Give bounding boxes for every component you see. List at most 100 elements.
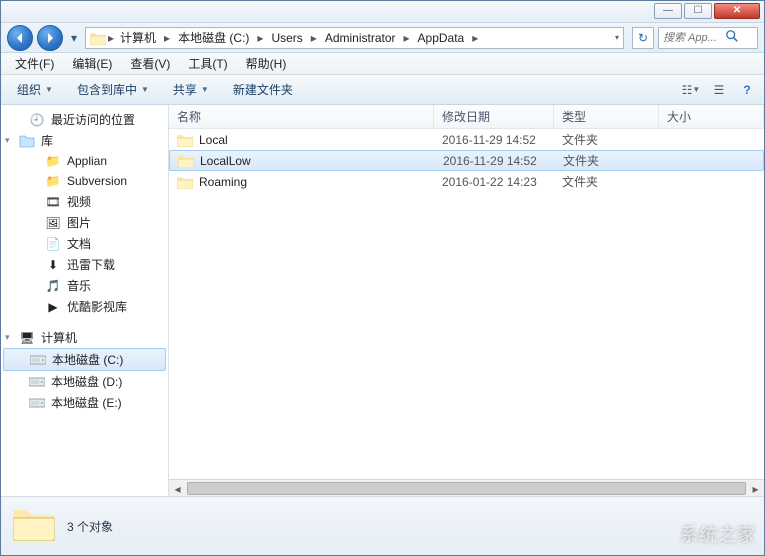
- view-options-button[interactable]: ☷ ▼: [680, 79, 702, 101]
- computer-icon: 🖥: [19, 330, 35, 346]
- breadcrumb-sep-icon[interactable]: ▸: [402, 31, 412, 45]
- column-size[interactable]: 大小: [659, 105, 764, 128]
- breadcrumb: 计算机▸ 本地磁盘 (C:)▸ Users▸ Administrator▸ Ap…: [116, 27, 480, 48]
- menu-view[interactable]: 查看(V): [122, 53, 178, 74]
- sidebar-item-library[interactable]: 🎞视频: [1, 191, 168, 212]
- breadcrumb-sep-icon[interactable]: ▸: [255, 31, 265, 45]
- search-icon[interactable]: [725, 29, 739, 46]
- sidebar-item-library[interactable]: 📁Applian: [1, 151, 168, 171]
- status-text: 3 个对象: [67, 518, 113, 535]
- search-input[interactable]: [663, 32, 721, 44]
- sidebar-label: 迅雷下载: [67, 256, 115, 273]
- sidebar-label: 库: [41, 132, 53, 149]
- share-button[interactable]: 共享▼: [163, 78, 219, 101]
- history-dropdown[interactable]: ▾: [67, 26, 81, 50]
- navigation-bar: ▾ ▸ 计算机▸ 本地磁盘 (C:)▸ Users▸ Administrator…: [1, 23, 764, 53]
- include-in-library-button[interactable]: 包含到库中▼: [67, 78, 159, 101]
- sidebar-item-recent[interactable]: 🕘 最近访问的位置: [1, 109, 168, 130]
- chevron-down-icon: ▼: [201, 85, 209, 94]
- column-headers: 名称 修改日期 类型 大小: [169, 105, 764, 129]
- column-name[interactable]: 名称: [169, 105, 434, 128]
- sidebar-item-library[interactable]: 🎵音乐: [1, 275, 168, 296]
- organize-button[interactable]: 组织▼: [7, 78, 63, 101]
- breadcrumb-sep-icon[interactable]: ▸: [309, 31, 319, 45]
- file-list-pane: 名称 修改日期 类型 大小 Local2016-11-29 14:52文件夹Lo…: [169, 105, 764, 496]
- sidebar-item-drive[interactable]: 本地磁盘 (C:): [3, 348, 166, 371]
- file-date: 2016-11-29 14:52: [434, 133, 554, 147]
- scrollbar-thumb[interactable]: [187, 482, 746, 495]
- file-date: 2016-11-29 14:52: [435, 154, 555, 168]
- breadcrumb-sep-icon[interactable]: ▸: [470, 31, 480, 45]
- library-item-icon: 📁: [45, 173, 61, 189]
- sidebar-label: 本地磁盘 (D:): [51, 373, 122, 390]
- file-row[interactable]: LocalLow 2016-11-29 14:52文件夹: [169, 150, 764, 171]
- file-name: Local: [199, 133, 228, 147]
- drive-icon: [29, 395, 45, 411]
- menu-help[interactable]: 帮助(H): [238, 53, 295, 74]
- sidebar-item-library[interactable]: 🖼图片: [1, 212, 168, 233]
- library-item-icon: 📁: [45, 153, 61, 169]
- navigation-pane[interactable]: 🕘 最近访问的位置 ▾ 库 📁Applian📁Subversion🎞视频🖼图片📄…: [1, 105, 169, 496]
- library-item-icon: 🖼: [45, 215, 61, 231]
- preview-pane-button[interactable]: ☰: [708, 79, 730, 101]
- sidebar-label: 视频: [67, 193, 91, 210]
- sidebar-label: 音乐: [67, 277, 91, 294]
- file-row[interactable]: Roaming2016-01-22 14:23文件夹: [169, 171, 764, 192]
- explorer-window: — ☐ ✕ ▾ ▸ 计算机▸ 本地磁盘 (C:)▸ Users▸ Adminis…: [0, 0, 765, 556]
- scroll-right-icon[interactable]: ▸: [747, 480, 764, 496]
- sidebar-item-library[interactable]: ⬇ 迅雷下载: [1, 254, 168, 275]
- file-date: 2016-01-22 14:23: [434, 175, 554, 189]
- sidebar-label: 优酷影视库: [67, 298, 127, 315]
- column-date[interactable]: 修改日期: [434, 105, 554, 128]
- file-rows[interactable]: Local2016-11-29 14:52文件夹LocalLow2016-11-…: [169, 129, 764, 479]
- folder-icon: [177, 174, 193, 190]
- sidebar-libraries-header[interactable]: ▾ 库: [1, 130, 168, 151]
- library-item-icon: ▶: [45, 299, 61, 315]
- address-dropdown-icon[interactable]: ▾: [615, 33, 619, 42]
- breadcrumb-sep-icon[interactable]: ▸: [106, 31, 116, 45]
- folder-icon: [13, 505, 55, 547]
- menu-file[interactable]: 文件(F): [7, 53, 62, 74]
- expand-icon[interactable]: ▾: [5, 332, 10, 343]
- back-button[interactable]: [7, 25, 33, 51]
- expand-icon[interactable]: ▾: [5, 135, 10, 146]
- breadcrumb-part[interactable]: AppData: [414, 29, 469, 47]
- titlebar: — ☐ ✕: [1, 1, 764, 23]
- close-button[interactable]: ✕: [714, 3, 760, 19]
- library-item-icon: ⬇: [45, 257, 61, 273]
- minimize-button[interactable]: —: [654, 3, 682, 19]
- new-folder-button[interactable]: 新建文件夹: [223, 78, 303, 101]
- sidebar-item-drive[interactable]: 本地磁盘 (D:): [1, 371, 168, 392]
- search-box[interactable]: [658, 27, 758, 49]
- sidebar-label: 文档: [67, 235, 91, 252]
- refresh-button[interactable]: ↻: [632, 27, 654, 49]
- sidebar-computer-header[interactable]: ▾ 🖥 计算机: [1, 327, 168, 348]
- help-button[interactable]: ?: [736, 79, 758, 101]
- breadcrumb-part[interactable]: 计算机: [116, 27, 160, 48]
- sidebar-label: Subversion: [67, 174, 127, 188]
- breadcrumb-part[interactable]: Administrator: [321, 29, 400, 47]
- column-type[interactable]: 类型: [554, 105, 659, 128]
- breadcrumb-part[interactable]: Users: [267, 29, 306, 47]
- sidebar-item-library[interactable]: ▶ 优酷影视库: [1, 296, 168, 317]
- address-bar[interactable]: ▸ 计算机▸ 本地磁盘 (C:)▸ Users▸ Administrator▸ …: [85, 27, 624, 49]
- sidebar-label: 本地磁盘 (E:): [51, 394, 122, 411]
- breadcrumb-part[interactable]: 本地磁盘 (C:): [174, 27, 253, 48]
- file-name: LocalLow: [200, 154, 251, 168]
- toolbar: 组织▼ 包含到库中▼ 共享▼ 新建文件夹 ☷ ▼ ☰ ?: [1, 75, 764, 105]
- maximize-button[interactable]: ☐: [684, 3, 712, 19]
- menu-edit[interactable]: 编辑(E): [64, 53, 120, 74]
- file-type: 文件夹: [555, 152, 660, 169]
- file-type: 文件夹: [554, 173, 659, 190]
- drive-icon: [29, 374, 45, 390]
- horizontal-scrollbar[interactable]: ◂ ▸: [169, 479, 764, 496]
- sidebar-item-library[interactable]: 📁 Subversion: [1, 171, 168, 191]
- menu-tools[interactable]: 工具(T): [180, 53, 235, 74]
- sidebar-item-library[interactable]: 📄文档: [1, 233, 168, 254]
- file-row[interactable]: Local2016-11-29 14:52文件夹: [169, 129, 764, 150]
- sidebar-item-drive[interactable]: 本地磁盘 (E:): [1, 392, 168, 413]
- scroll-left-icon[interactable]: ◂: [169, 480, 186, 496]
- content-area: 🕘 最近访问的位置 ▾ 库 📁Applian📁Subversion🎞视频🖼图片📄…: [1, 105, 764, 497]
- forward-button[interactable]: [37, 25, 63, 51]
- breadcrumb-sep-icon[interactable]: ▸: [162, 31, 172, 45]
